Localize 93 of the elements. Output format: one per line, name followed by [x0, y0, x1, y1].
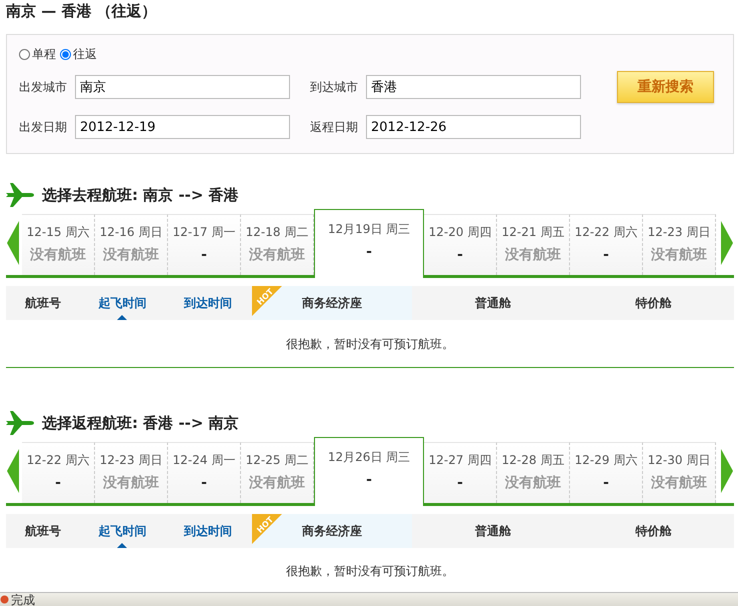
date-tab[interactable]: 12-18 周二 没有航班	[241, 214, 314, 275]
date-tab[interactable]: 12-23 周日 没有航班	[643, 214, 716, 275]
date-tab[interactable]: 12-30 周日 没有航班	[643, 442, 716, 503]
flight-status: 没有航班	[504, 474, 562, 493]
date-tab[interactable]: 12-27 周四 -	[424, 442, 497, 503]
column-header: 商务经济座	[302, 295, 362, 310]
date-tab[interactable]: 12-15 周六 没有航班	[22, 214, 95, 275]
sort-caret-icon	[117, 315, 128, 320]
sort-caret-icon	[117, 543, 128, 548]
field-label: 出发日期	[19, 119, 68, 136]
flight-status: -	[54, 474, 62, 493]
previous-arrow-button[interactable]	[6, 448, 20, 492]
date-tab[interactable]: 12-24 周一 -	[168, 442, 241, 503]
date-label: 12-18 周二	[244, 224, 310, 241]
date-label: 12-17 周一	[172, 224, 236, 241]
flight-status: -	[200, 246, 208, 265]
date-tab[interactable]: 12-25 周二 没有航班	[241, 442, 314, 503]
sort-link[interactable]: 起飞时间	[98, 286, 146, 320]
date-tab[interactable]: 12-29 周六 -	[570, 442, 643, 503]
sort-link[interactable]: 到达时间	[184, 514, 232, 538]
flight-status: -	[456, 474, 464, 493]
flight-status: 没有航班	[504, 246, 562, 265]
column-header: 特价舱	[636, 295, 672, 310]
date-label: 12-15 周六	[26, 224, 90, 241]
date-tab[interactable]: 12-23 周日 没有航班	[95, 442, 168, 503]
flight-status: -	[456, 246, 464, 265]
date-label: 12-29 周六	[574, 452, 638, 469]
date-label: 12-20 周四	[428, 224, 492, 241]
trip-type-radio[interactable]	[19, 48, 30, 60]
date-tab[interactable]: 12-22 周六 -	[22, 442, 95, 503]
column-header: 普通舱	[474, 523, 511, 538]
previous-arrow-button[interactable]	[6, 220, 20, 264]
date-label: 12-22 周六	[574, 224, 638, 241]
flight-status: -	[365, 243, 373, 262]
flight-status: 没有航班	[102, 474, 160, 493]
flight-status: -	[602, 474, 610, 493]
date-label: 12-28 周五	[500, 452, 566, 469]
field-label: 返程日期	[310, 119, 359, 136]
date-label: 12-21 周五	[500, 224, 566, 241]
column-header: 航班号	[24, 295, 61, 310]
flight-status: 没有航班	[650, 246, 708, 265]
flight-status: 没有航班	[650, 474, 708, 493]
field-label: 到达城市	[310, 79, 359, 96]
date-label: 12-22 周六	[26, 452, 90, 469]
date-tab[interactable]: 12-22 周六 -	[570, 214, 643, 275]
next-arrow-button[interactable]	[720, 448, 734, 492]
no-flights-message: 很抱歉，暂时没有可预订航班。	[285, 563, 455, 580]
section-heading: 选择返程航班: 香港 --> 南京	[42, 412, 239, 434]
radio-label: 往返	[73, 46, 97, 63]
date-label: 12-16 周日	[98, 224, 164, 241]
sort-link[interactable]: 起飞时间	[98, 514, 146, 548]
date-tab[interactable]: 12-16 周日 没有航班	[95, 214, 168, 275]
date-tab[interactable]: 12-21 周五 没有航班	[497, 214, 570, 275]
date-tab[interactable]: 12月19日 周三 -	[314, 209, 424, 278]
input-field[interactable]: 南京	[75, 75, 290, 99]
column-header: 特价舱	[636, 523, 672, 538]
airplane-icon	[6, 411, 34, 435]
radio-label: 单程	[32, 46, 56, 63]
flight-status: -	[602, 246, 610, 265]
column-header: 航班号	[24, 523, 61, 538]
date-tab[interactable]: 12-17 周一 -	[168, 214, 241, 275]
status-text: 完成	[11, 592, 35, 606]
date-label: 12-23 周日	[646, 224, 712, 241]
flight-status: -	[200, 474, 208, 493]
airplane-icon	[6, 183, 34, 207]
date-tab[interactable]: 12月26日 周三 -	[314, 437, 424, 506]
date-label: 12-25 周二	[244, 452, 310, 469]
date-label: 12-27 周四	[428, 452, 492, 469]
date-label: 12-23 周日	[98, 452, 164, 469]
date-tab[interactable]: 12-28 周五 没有航班	[497, 442, 570, 503]
date-tab[interactable]: 12-20 周四 -	[424, 214, 497, 275]
flight-status: -	[365, 471, 373, 490]
next-arrow-button[interactable]	[720, 220, 734, 264]
input-field[interactable]: 2012-12-19	[75, 115, 290, 139]
date-label: 12月26日 周三	[326, 449, 412, 466]
column-header: 商务经济座	[302, 523, 362, 538]
input-field[interactable]: 2012-12-26	[366, 115, 581, 139]
field-label: 出发城市	[19, 79, 68, 96]
trip-type-radio[interactable]	[60, 48, 71, 60]
column-header: 普通舱	[474, 295, 511, 310]
date-label: 12月19日 周三	[326, 221, 412, 238]
flight-status: 没有航班	[29, 246, 87, 265]
section-heading: 选择去程航班: 南京 --> 香港	[42, 184, 239, 206]
no-flights-message: 很抱歉，暂时没有可预订航班。	[6, 320, 734, 368]
page-title: 南京 — 香港 （往返）	[6, 1, 158, 22]
flight-status: 没有航班	[248, 474, 306, 493]
date-label: 12-30 周日	[646, 452, 712, 469]
flight-status: 没有航班	[102, 246, 160, 265]
input-field[interactable]: 香港	[366, 75, 581, 99]
date-label: 12-24 周一	[172, 452, 236, 469]
sort-link[interactable]: 到达时间	[184, 286, 232, 310]
flight-status: 没有航班	[248, 246, 306, 265]
page-status-icon	[0, 595, 9, 604]
